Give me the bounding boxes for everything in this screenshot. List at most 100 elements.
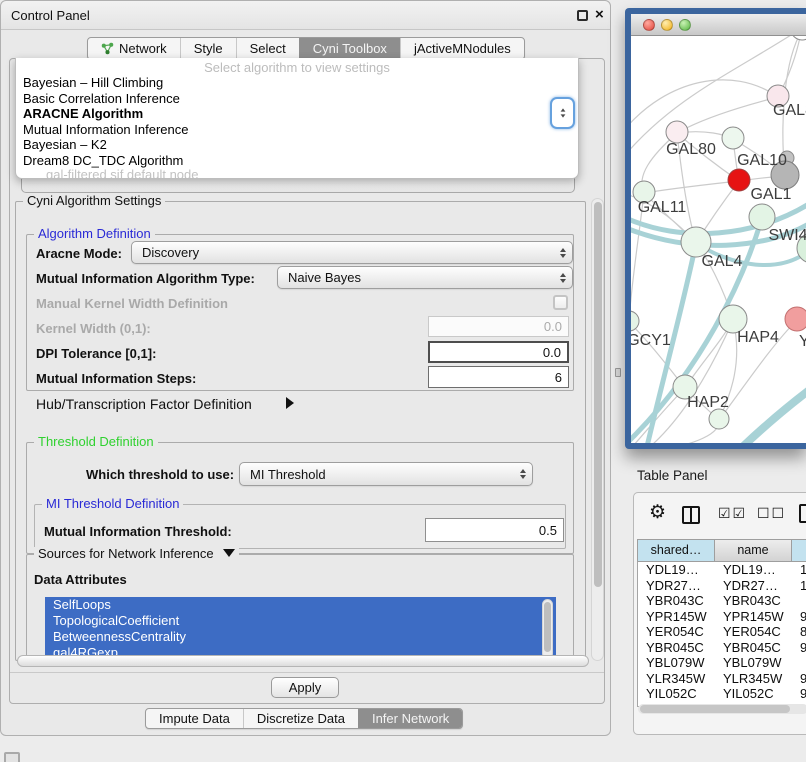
- attribute-item-selfloops[interactable]: SelfLoops: [45, 597, 556, 613]
- network-node[interactable]: [785, 307, 806, 331]
- network-node[interactable]: [791, 36, 806, 40]
- algorithm-dropdown-placeholder: Select algorithm to view settings: [16, 60, 578, 75]
- dropdown-item-basic-correlation-inference[interactable]: Basic Correlation Inference: [16, 91, 578, 107]
- settings-hscrollbar[interactable]: [17, 655, 589, 667]
- close-window-icon[interactable]: ×: [595, 6, 604, 23]
- table-cell: YDR27…: [638, 578, 715, 594]
- attribute-item-betweennesscentrality[interactable]: BetweennessCentrality: [45, 629, 556, 645]
- corner-widget-icon[interactable]: [4, 752, 20, 762]
- dpi-tolerance-value: 0.0: [543, 345, 561, 360]
- zoom-traffic-light-icon[interactable]: [679, 19, 691, 31]
- tab-discretize-data[interactable]: Discretize Data: [243, 709, 358, 728]
- aracne-mode-combo[interactable]: Discovery: [131, 241, 573, 264]
- table-cell: YBR043C: [638, 593, 715, 609]
- tab-label: Cyni Toolbox: [313, 38, 387, 59]
- network-edge[interactable]: [727, 388, 806, 443]
- table-cell: 9.: [792, 671, 806, 687]
- network-canvas[interactable]: GAL8GAL80GAL10GAL1GAL11SWI4GAL4GCY1HAP4Y…: [631, 36, 806, 443]
- close-traffic-light-icon[interactable]: [643, 19, 655, 31]
- sources-title-text: Sources for Network Inference: [38, 546, 214, 561]
- table-cell: YBL079W: [715, 655, 792, 671]
- dpi-tolerance-label: DPI Tolerance [0,1]:: [36, 346, 156, 361]
- table-cell: YBR045C: [715, 640, 792, 656]
- mi-type-value: Naive Bayes: [278, 270, 554, 285]
- minimize-traffic-light-icon[interactable]: [661, 19, 673, 31]
- tab-impute-data[interactable]: Impute Data: [146, 709, 243, 728]
- table-cell: [792, 593, 806, 609]
- expand-arrow-icon[interactable]: [286, 397, 294, 409]
- network-node[interactable]: [709, 409, 729, 429]
- table-row[interactable]: YIL052CYIL052C9.: [638, 686, 806, 702]
- which-threshold-label: Which threshold to use:: [86, 467, 234, 482]
- table-row[interactable]: YDR27…YDR27…12: [638, 578, 806, 594]
- manual-kernel-checkbox[interactable]: [553, 295, 568, 310]
- focused-combo-fragment[interactable]: [550, 97, 575, 129]
- mi-threshold-group-title: MI Threshold Definition: [42, 497, 183, 511]
- network-node[interactable]: [666, 121, 688, 143]
- dropdown-item-aracne-algorithm[interactable]: ARACNE Algorithm: [16, 106, 578, 122]
- data-attributes-list[interactable]: SelfLoopsTopologicalCoefficientBetweenne…: [45, 597, 556, 661]
- table-row[interactable]: YER054CYER054C8.: [638, 624, 806, 640]
- mi-threshold-value: 0.5: [539, 523, 557, 538]
- node-label-gcy1: GCY1: [631, 332, 671, 349]
- table-settings-gear-icon[interactable]: ⚙: [649, 501, 666, 524]
- attributes-list-scrollbar[interactable]: [542, 599, 553, 659]
- mi-type-combo[interactable]: Naive Bayes: [277, 266, 573, 289]
- apply-button[interactable]: Apply: [271, 677, 339, 698]
- tab-infer-network[interactable]: Infer Network: [358, 709, 462, 728]
- collapse-arrow-icon[interactable]: [223, 549, 235, 557]
- network-edge[interactable]: [644, 181, 739, 193]
- mi-steps-field[interactable]: 6: [428, 366, 569, 388]
- table-cell: 9.: [792, 686, 806, 702]
- kernel-width-field[interactable]: 0.0: [428, 316, 569, 337]
- tab-jactivemnodules[interactable]: jActiveMNodules: [400, 38, 524, 59]
- attribute-item-topologicalcoefficient[interactable]: TopologicalCoefficient: [45, 613, 556, 629]
- manual-kernel-label: Manual Kernel Width Definition: [36, 296, 228, 311]
- table-hscrollbar[interactable]: [638, 704, 806, 714]
- column-header-extra[interactable]: [792, 540, 806, 561]
- network-node[interactable]: [728, 169, 750, 191]
- screen: Control Panel × NetworkStyleSelectCyni T…: [0, 0, 806, 762]
- column-visibility-icon[interactable]: [682, 506, 700, 524]
- dpi-tolerance-field[interactable]: 0.0: [428, 341, 569, 363]
- table-cell: 8.: [792, 624, 806, 640]
- which-threshold-combo[interactable]: MI Threshold: [239, 462, 533, 486]
- mi-threshold-field[interactable]: 0.5: [425, 518, 564, 542]
- table-row[interactable]: YBR043CYBR043C: [638, 593, 806, 609]
- tab-select[interactable]: Select: [236, 38, 299, 59]
- tab-cyni-toolbox[interactable]: Cyni Toolbox: [299, 38, 400, 59]
- panel-divider-grip[interactable]: [615, 368, 621, 377]
- dropdown-item-bayesian-hill-climbing[interactable]: Bayesian – Hill Climbing: [16, 75, 578, 91]
- select-all-checkboxes-icon[interactable]: ☑☑: [718, 505, 747, 522]
- table-row[interactable]: YBR045CYBR045C9.: [638, 640, 806, 656]
- table-cell: YLR345W: [715, 671, 792, 687]
- control-panel-window: Control Panel × NetworkStyleSelectCyni T…: [0, 0, 611, 736]
- dropdown-item-dream8-dc-tdc-algorithm[interactable]: Dream8 DC_TDC Algorithm: [16, 153, 578, 169]
- network-edge[interactable]: [677, 97, 778, 133]
- table-cell: YBL079W: [638, 655, 715, 671]
- table-row[interactable]: YPR145WYPR145W9.: [638, 609, 806, 625]
- float-window-icon[interactable]: [577, 10, 588, 21]
- stepper-icon: [554, 248, 572, 258]
- dropdown-item-mutual-information-inference[interactable]: Mutual Information Inference: [16, 122, 578, 138]
- new-table-page-icon[interactable]: [799, 504, 806, 523]
- column-header-shared[interactable]: shared…: [638, 540, 715, 561]
- table-row[interactable]: YDL19…YDL19…13: [638, 562, 806, 578]
- network-node[interactable]: [722, 127, 744, 149]
- network-node[interactable]: [631, 311, 639, 331]
- top-tab-bar: NetworkStyleSelect Cyni Toolbox jActiveMNo…: [87, 37, 525, 60]
- settings-vscrollbar[interactable]: [591, 198, 604, 661]
- sources-title[interactable]: Sources for Network Inference: [34, 547, 239, 561]
- table-cell: YBR043C: [715, 593, 792, 609]
- tab-network[interactable]: Network: [88, 38, 180, 59]
- column-header-name[interactable]: name: [715, 540, 792, 561]
- table-cell: YDR27…: [715, 578, 792, 594]
- table-cell: YPR145W: [715, 609, 792, 625]
- table-row[interactable]: YLR345WYLR345W9.: [638, 671, 806, 687]
- deselect-all-checkboxes-icon[interactable]: ☐☐: [757, 505, 786, 522]
- table-cell: YDL19…: [715, 562, 792, 578]
- hub-definition-label[interactable]: Hub/Transcription Factor Definition: [36, 396, 252, 412]
- table-row[interactable]: YBL079WYBL079W: [638, 655, 806, 671]
- tab-style[interactable]: Style: [180, 38, 236, 59]
- dropdown-item-bayesian-k2[interactable]: Bayesian – K2: [16, 137, 578, 153]
